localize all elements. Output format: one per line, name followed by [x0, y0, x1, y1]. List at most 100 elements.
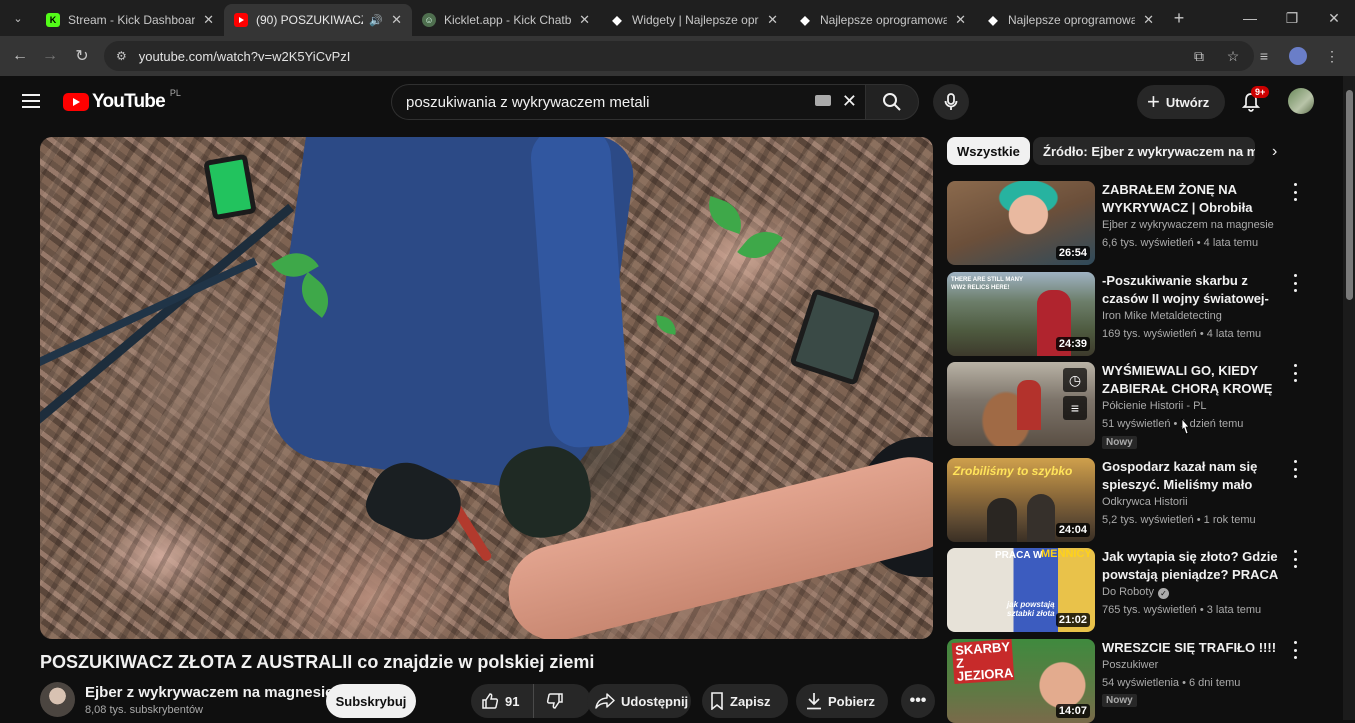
tab-title: Najlepsze oprogramowanie — [820, 13, 948, 27]
recommendation-item[interactable]: ◷ ≡ WYŚMIEWALI GO, KIEDY ZABIERAŁ CHORĄ … — [947, 362, 1343, 449]
create-button[interactable]: + Utwórz — [1137, 85, 1225, 119]
video-duration: 24:04 — [1055, 523, 1090, 537]
video-owner-row: Ejber z wykrywaczem na magnesie 8,08 tys… — [40, 682, 935, 720]
profile-icon[interactable] — [1283, 40, 1313, 72]
notification-badge: 9+ — [1251, 86, 1270, 98]
recommendation-item[interactable]: 26:54 ZABRAŁEM ŻONĘ NA WYKRYWACZ | Obrob… — [947, 181, 1343, 265]
chevron-right-icon[interactable]: › — [1272, 143, 1277, 161]
page-scrollbar[interactable] — [1343, 76, 1355, 720]
tab-widgety[interactable]: ◆ Widgety | Najlepsze oprog ✕ — [600, 4, 788, 36]
account-avatar[interactable] — [1288, 88, 1314, 114]
recommendation-item[interactable]: Zrobiliśmy to szybko 24:04 Gospodarz kaz… — [947, 458, 1343, 542]
search-input[interactable]: poszukiwania z wykrywaczem metali ✕ — [391, 84, 865, 120]
recommendation-channel[interactable]: Odkrywca Historii — [1102, 496, 1188, 508]
create-label: Utwórz — [1165, 94, 1210, 110]
clear-search-icon[interactable]: ✕ — [842, 91, 857, 112]
browser-menu-icon[interactable]: ⋮ — [1317, 40, 1347, 72]
more-vertical-icon[interactable] — [1290, 641, 1300, 659]
install-app-icon[interactable]: ⧉ — [1185, 40, 1213, 72]
recommendation-title[interactable]: WYŚMIEWALI GO, KIEDY ZABIERAŁ CHORĄ KROW… — [1102, 362, 1280, 398]
recommendation-title[interactable]: -Poszukiwanie skarbu z czasów II wojny ś… — [1102, 272, 1280, 308]
new-badge: Nowy — [1102, 694, 1137, 707]
recommendation-channel[interactable]: Do Roboty ✓ — [1102, 586, 1169, 599]
close-window-icon[interactable]: ✕ — [1313, 0, 1355, 36]
recommendation-channel[interactable]: Poszukiwer — [1102, 659, 1158, 671]
recommendation-title[interactable]: Jak wytapia się złoto? Gdzie powstają pi… — [1102, 548, 1280, 584]
youtube-play-icon — [63, 93, 89, 111]
notifications-button[interactable]: 9+ — [1237, 86, 1270, 116]
add-to-queue-icon[interactable]: ≡ — [1063, 396, 1087, 420]
video-thumbnail[interactable]: THERE ARE STILL MANY WW2 RELICS HERE! 24… — [947, 272, 1095, 356]
more-vertical-icon[interactable] — [1290, 183, 1300, 201]
address-bar[interactable]: ⚙ youtube.com/watch?v=w2K5YiCvPzI — [104, 41, 1254, 71]
recommendation-item[interactable]: THERE ARE STILL MANY WW2 RELICS HERE! 24… — [947, 272, 1343, 356]
new-tab-button[interactable]: + — [1164, 8, 1194, 29]
video-thumbnail[interactable]: SKARBY Z JEZIORA 14:07 — [947, 639, 1095, 723]
restore-icon[interactable]: ❐ — [1271, 0, 1313, 36]
channel-name[interactable]: Ejber z wykrywaczem na magnesie — [85, 684, 333, 701]
thumbs-down-icon — [547, 693, 564, 709]
save-button[interactable]: Zapisz — [702, 684, 788, 718]
search-value: poszukiwania z wykrywaczem metali — [406, 93, 650, 111]
thumbnail-caption: MENNICY — [1041, 548, 1092, 560]
tab-najlepsze-2[interactable]: ◆ Najlepsze oprogramowanie ✕ — [976, 4, 1164, 36]
more-vertical-icon[interactable] — [1290, 274, 1300, 292]
more-actions-button[interactable]: ••• — [901, 684, 935, 718]
recommendation-item[interactable]: SKARBY Z JEZIORA 14:07 WRESZCIE SIĘ TRAF… — [947, 639, 1343, 723]
menu-hamburger-icon[interactable] — [22, 94, 40, 112]
bookmark-star-icon[interactable]: ☆ — [1219, 40, 1247, 72]
kick-icon: K — [46, 13, 60, 27]
video-player[interactable] — [40, 137, 933, 639]
country-code: PL — [169, 88, 181, 98]
like-button[interactable]: 91 — [471, 684, 535, 718]
forward-arrow-icon[interactable]: → — [34, 40, 66, 72]
close-tab-icon[interactable]: ✕ — [1143, 12, 1154, 28]
subscribe-button[interactable]: Subskrybuj — [326, 684, 416, 718]
more-vertical-icon[interactable] — [1290, 364, 1300, 382]
chip-source[interactable]: Źródło: Ejber z wykrywaczem na magnesie — [1033, 137, 1255, 165]
tab-kick-dashboard[interactable]: K Stream - Kick Dashboard ✕ — [36, 4, 224, 36]
close-tab-icon[interactable]: ✕ — [767, 12, 778, 28]
share-arrow-icon — [595, 693, 615, 709]
tab-kicklet[interactable]: ☺ Kicklet.app - Kick Chatbot ✕ — [412, 4, 600, 36]
youtube-logo[interactable]: YouTube PL — [63, 88, 181, 113]
recommendation-channel[interactable]: Półcienie Historii - PL — [1102, 400, 1207, 412]
close-tab-icon[interactable]: ✕ — [955, 12, 966, 28]
close-tab-icon[interactable]: ✕ — [203, 12, 214, 28]
speaker-icon[interactable]: 🔊 — [369, 14, 383, 27]
share-button[interactable]: Udostępnij — [587, 684, 691, 718]
dislike-button[interactable] — [534, 692, 570, 710]
video-thumbnail[interactable]: Zrobiliśmy to szybko 24:04 — [947, 458, 1095, 542]
tab-najlepsze-1[interactable]: ◆ Najlepsze oprogramowanie ✕ — [788, 4, 976, 36]
recommendation-title[interactable]: ZABRAŁEM ŻONĘ NA WYKRYWACZ | Obrobiła de… — [1102, 181, 1280, 217]
back-arrow-icon[interactable]: ← — [4, 40, 36, 72]
more-vertical-icon[interactable] — [1290, 460, 1300, 478]
chip-all[interactable]: Wszystkie — [947, 137, 1030, 165]
video-thumbnail[interactable]: 26:54 — [947, 181, 1095, 265]
reload-icon[interactable]: ↻ — [66, 40, 98, 72]
search-button[interactable] — [865, 84, 919, 120]
scrollbar-thumb[interactable] — [1346, 90, 1353, 300]
minimize-icon[interactable]: — — [1229, 0, 1271, 36]
recommendation-title[interactable]: Gospodarz kazał nam się spieszyć. Mieliś… — [1102, 458, 1280, 494]
close-tab-icon[interactable]: ✕ — [579, 12, 590, 28]
video-thumbnail[interactable]: PRACA W MENNICY jak powstają sztabki zło… — [947, 548, 1095, 632]
more-vertical-icon[interactable] — [1290, 550, 1300, 568]
watch-later-clock-icon[interactable]: ◷ — [1063, 368, 1087, 392]
recommendation-channel[interactable]: Iron Mike Metaldetecting — [1102, 310, 1222, 322]
video-thumbnail[interactable]: ◷ ≡ — [947, 362, 1095, 446]
channel-avatar[interactable] — [40, 682, 75, 717]
download-button[interactable]: Pobierz — [796, 684, 888, 718]
reading-list-icon[interactable]: ≡ — [1249, 40, 1279, 72]
recommendation-channel[interactable]: Ejber z wykrywaczem na magnesie — [1102, 219, 1274, 231]
browser-tab-bar: ⌄ K Stream - Kick Dashboard ✕ (90) POSZU… — [0, 0, 1355, 36]
close-tab-icon[interactable]: ✕ — [391, 12, 402, 28]
keyboard-icon[interactable] — [815, 95, 831, 106]
voice-search-button[interactable] — [933, 84, 969, 120]
site-info-icon[interactable]: ⚙ — [116, 49, 127, 63]
new-badge: Nowy — [1102, 436, 1137, 449]
youtube-header: YouTube PL poszukiwania z wykrywaczem me… — [0, 76, 1343, 128]
tab-youtube-video[interactable]: (90) POSZUKIWACZ ZŁ 🔊 ✕ — [224, 4, 412, 36]
tab-search-chevron-icon[interactable]: ⌄ — [0, 0, 36, 36]
recommendation-item[interactable]: PRACA W MENNICY jak powstają sztabki zło… — [947, 548, 1343, 632]
